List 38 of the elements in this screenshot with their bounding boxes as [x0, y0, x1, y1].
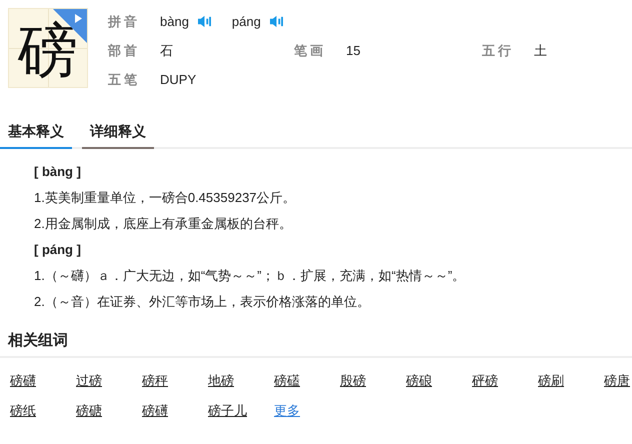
definition-text: 1.英美制重量单位，一磅合0.45359237公斤。 — [34, 189, 297, 207]
pinyin-heading: [ bàng ] — [34, 163, 82, 181]
word-link[interactable]: 磅礡 — [142, 402, 168, 420]
section-title: 相关组词 — [0, 331, 632, 358]
word-link[interactable]: 殷磅 — [340, 372, 366, 390]
field-label: 笔画 — [294, 42, 327, 60]
speaker-icon[interactable] — [196, 15, 212, 28]
tab[interactable]: 详细释义 — [82, 119, 154, 149]
word-link[interactable]: 磅秤 — [142, 372, 168, 390]
word-link[interactable]: 过磅 — [76, 372, 102, 390]
pinyin-text: bàng — [160, 14, 189, 29]
word-link[interactable]: 磅礚 — [274, 372, 300, 390]
field-label: 五行 — [482, 42, 515, 60]
field-value: 石 — [160, 42, 174, 60]
definition-text: 2.用金属制成，底座上有承重金属板的台秤。 — [34, 215, 293, 233]
field-label: 部首 — [108, 42, 141, 60]
more-link[interactable]: 更多 — [274, 402, 300, 420]
pinyin-text: páng — [232, 14, 261, 29]
word-link[interactable]: 地磅 — [208, 372, 234, 390]
word-link[interactable]: 磅硠 — [406, 372, 432, 390]
word-link[interactable]: 磅子儿 — [208, 402, 247, 420]
word-link[interactable]: 磅纸 — [10, 402, 36, 420]
definition-text: 1.（～礴）ａ．广大无边，如“气势～～”；ｂ．扩展，充满，如“热情～～”。 — [34, 267, 466, 285]
word-link[interactable]: 磅磄 — [76, 402, 102, 420]
word-link[interactable]: 砰磅 — [472, 372, 498, 390]
tab[interactable]: 基本释义 — [0, 119, 72, 149]
speaker-icon[interactable] — [268, 15, 284, 28]
word-link[interactable]: 磅刷 — [538, 372, 564, 390]
pinyin-heading: [ páng ] — [34, 241, 82, 259]
word-link[interactable]: 磅礴 — [10, 372, 36, 390]
definition-text: 2.（～音）在证券、外汇等市场上，表示价格涨落的单位。 — [34, 293, 371, 311]
field-label: 五笔 — [108, 70, 141, 88]
character: 磅 — [18, 21, 78, 81]
field-value: 土 — [534, 42, 547, 60]
field-value: 15 — [346, 43, 362, 58]
field-label: 拼音 — [108, 12, 141, 30]
word-link[interactable]: 磅唐 — [604, 372, 630, 390]
field-value: DUPY — [160, 72, 196, 87]
